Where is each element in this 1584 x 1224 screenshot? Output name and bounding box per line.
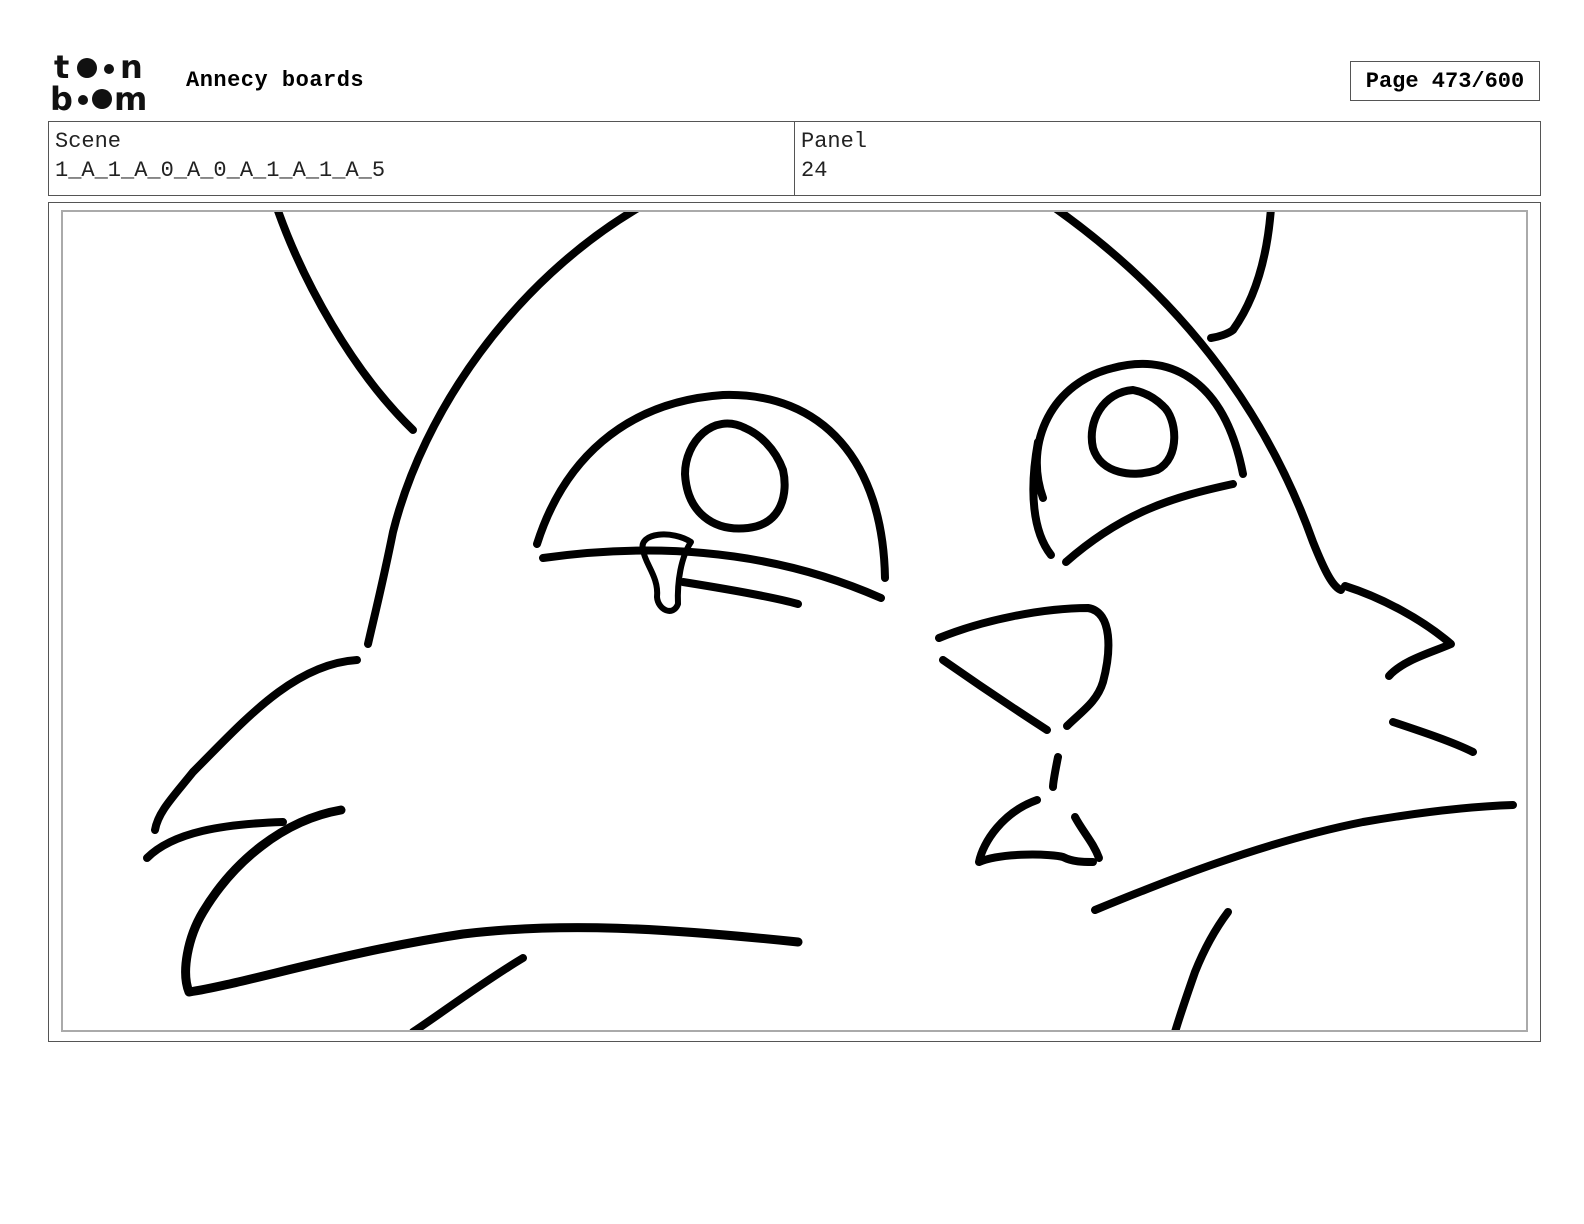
info-table: Scene 1_A_1_A_0_A_0_A_1_A_1_A_5 Panel 24 [48, 121, 1541, 196]
scene-cell: Scene 1_A_1_A_0_A_0_A_1_A_1_A_5 [49, 122, 794, 195]
right-eye-arc [1032, 359, 1247, 502]
svg-text:b: b [50, 80, 73, 114]
storyboard-panel-frame [48, 202, 1541, 1042]
body-lower-right [1171, 908, 1232, 1030]
nose-top [935, 604, 1113, 730]
cat-sketch [143, 212, 1517, 1030]
panel-cell: Panel 24 [794, 122, 1540, 195]
right-eye-lower-lid [1062, 480, 1237, 566]
document-title: Annecy boards [186, 68, 365, 93]
page-indicator: Page 473/600 [1350, 61, 1540, 101]
tear-drop [639, 531, 694, 614]
left-eye-lower-lid-2 [679, 578, 802, 608]
scene-label: Scene [55, 129, 122, 154]
storyboard-panel [61, 210, 1528, 1032]
left-cheek-fur-1 [151, 656, 361, 834]
right-ear-stroke [1207, 212, 1275, 342]
mouth-left [975, 796, 1097, 866]
right-cheek-fur-1 [1341, 582, 1455, 680]
panel-label: Panel [801, 129, 868, 154]
left-eye-pupil [681, 419, 789, 533]
right-shoulder [1091, 801, 1517, 914]
mouth-right [1071, 813, 1103, 862]
panel-value: 24 [801, 158, 828, 183]
scene-value: 1_A_1_A_0_A_0_A_1_A_1_A_5 [55, 158, 386, 183]
left-eye-lower-lid [539, 546, 885, 602]
mouth-center [1049, 753, 1062, 791]
left-cheek-fur-3 [181, 805, 803, 997]
body-lower-left [409, 954, 527, 1030]
nose-left [939, 656, 1051, 734]
left-ear-stroke [274, 212, 417, 434]
svg-text:m: m [114, 80, 147, 114]
right-eye-pupil [1087, 386, 1179, 478]
right-cheek-fur-2 [1389, 718, 1477, 756]
toon-boom-logo: t n b m [50, 50, 147, 114]
